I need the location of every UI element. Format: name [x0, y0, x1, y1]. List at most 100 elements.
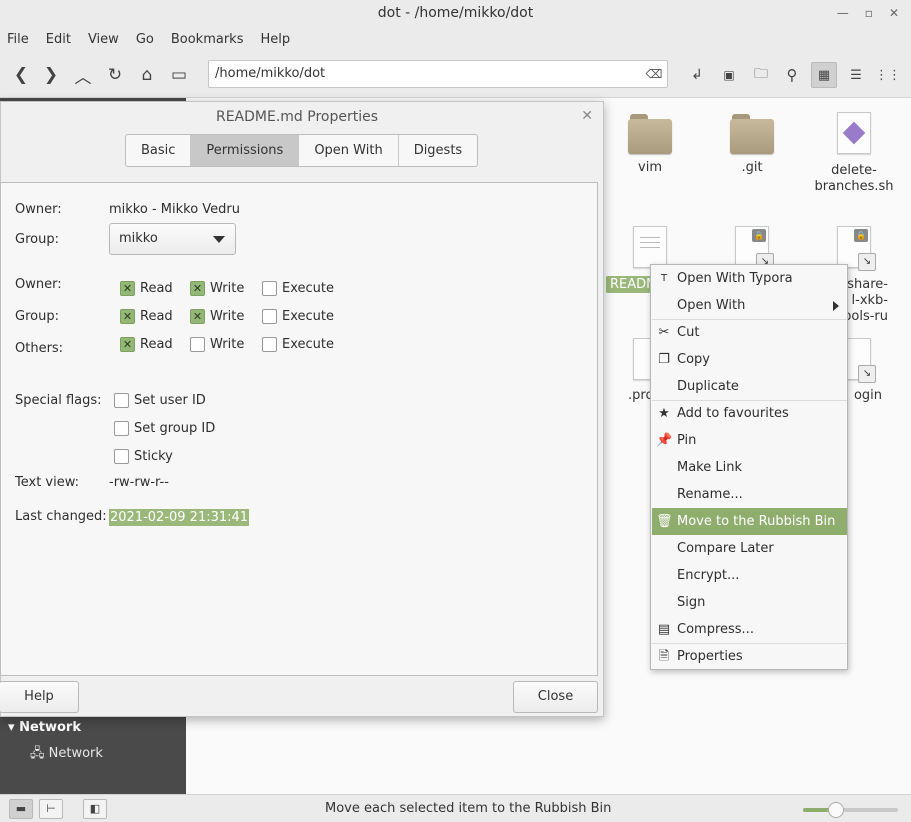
set-group-id-checkbox[interactable]: [114, 421, 129, 436]
reload-icon[interactable]: ↻: [102, 62, 128, 88]
menubar: File Edit View Go Bookmarks Help: [0, 26, 911, 52]
icon-view-icon[interactable]: ▦: [811, 62, 837, 88]
others-execute-checkbox[interactable]: [262, 337, 277, 352]
others-read-label: Read: [140, 337, 173, 352]
zoom-slider[interactable]: [803, 802, 898, 818]
owner-execute-checkbox[interactable]: [262, 281, 277, 296]
back-arrow-icon[interactable]: ❮: [8, 62, 34, 88]
tab-digests[interactable]: Digests: [399, 135, 478, 166]
go-to-icon[interactable]: ↲: [684, 62, 710, 88]
tab-permissions[interactable]: Permissions: [191, 135, 300, 166]
menu-item-duplicate[interactable]: Duplicate: [652, 373, 847, 400]
search-icon[interactable]: ⚲: [779, 62, 805, 88]
group-execute-checkbox[interactable]: [262, 309, 277, 324]
copy-icon: ❐: [658, 352, 670, 367]
dialog-close-icon[interactable]: ✕: [581, 108, 593, 124]
menu-view[interactable]: View: [88, 32, 119, 47]
expand-triangle-icon[interactable]: ▾: [8, 720, 15, 735]
menu-item-encrypt[interactable]: Encrypt...: [652, 562, 847, 589]
menu-item-cut[interactable]: ✂ Cut: [652, 319, 847, 346]
home-icon[interactable]: ⌂: [134, 62, 160, 88]
scissors-icon: ✂: [658, 325, 670, 340]
up-arrow-icon[interactable]: ︿: [70, 62, 96, 88]
properties-dialog: README.md Properties ✕ Basic Permissions…: [0, 101, 604, 717]
menu-bookmarks[interactable]: Bookmarks: [171, 32, 244, 47]
menu-item-open-with[interactable]: Open With: [652, 292, 847, 319]
menu-item-pin[interactable]: 📌 Pin: [652, 427, 847, 454]
menu-help[interactable]: Help: [260, 32, 290, 47]
compact-view-icon[interactable]: ⋮⋮: [875, 62, 901, 88]
menu-item-properties[interactable]: 🗎 Properties: [652, 643, 847, 670]
group-read-checkbox[interactable]: ✕: [120, 309, 135, 324]
places-pane-icon[interactable]: ▬: [9, 799, 33, 819]
group-read-label: Read: [140, 309, 173, 324]
group-write-checkbox[interactable]: ✕: [190, 309, 205, 324]
dialog-title: README.md Properties: [215, 109, 379, 125]
others-write-checkbox[interactable]: [190, 337, 205, 352]
set-user-id-label: Set user ID: [134, 393, 206, 408]
close-window-icon[interactable]: ✕: [889, 6, 899, 20]
menu-item-make-link[interactable]: Make Link: [652, 454, 847, 481]
list-view-icon[interactable]: ☰: [843, 62, 869, 88]
minimize-icon[interactable]: —: [837, 6, 849, 20]
zoom-slider-handle[interactable]: [828, 802, 845, 818]
clear-location-icon[interactable]: ⌫: [645, 66, 663, 82]
others-read-checkbox[interactable]: ✕: [120, 337, 135, 352]
file-item-locked-link[interactable]: 🔒 ↘: [704, 226, 800, 271]
text-view-value: -rw-rw-r--: [109, 475, 169, 490]
sidebar-item-network[interactable]: 🖧 Network: [30, 744, 103, 766]
menu-item-rename[interactable]: Rename...: [652, 481, 847, 508]
network-icon: 🖧: [30, 746, 45, 761]
toolbar: ❮ ❯ ︿ ↻ ⌂ ▭ /home/mikko/dot ⌫ ↲ ▣ 🗀 ⚲ ▦ …: [0, 52, 911, 98]
computer-icon[interactable]: ▭: [166, 62, 192, 88]
menu-item-move-to-rubbish-bin[interactable]: 🗑 Move to the Rubbish Bin: [652, 508, 847, 535]
menu-item-copy[interactable]: ❐ Copy: [652, 346, 847, 373]
file-item-delete-branches[interactable]: delete-branches.sh: [806, 112, 902, 195]
close-button[interactable]: Close: [513, 681, 598, 713]
forward-arrow-icon[interactable]: ❯: [38, 62, 64, 88]
menu-edit[interactable]: Edit: [46, 32, 71, 47]
special-flags-label: Special flags:: [15, 393, 102, 408]
owner-label: Owner:: [15, 202, 62, 217]
file-item-vim[interactable]: vim: [602, 114, 698, 176]
file-item-git[interactable]: .git: [704, 114, 800, 176]
owner-read-checkbox[interactable]: ✕: [120, 281, 135, 296]
dropdown-arrow-icon: [213, 236, 225, 243]
owner-write-checkbox[interactable]: ✕: [190, 281, 205, 296]
last-changed-label: Last changed:: [15, 509, 107, 524]
menu-item-compare-later[interactable]: Compare Later: [652, 535, 847, 562]
owner-write-label: Write: [210, 281, 245, 296]
menu-go[interactable]: Go: [136, 32, 154, 47]
status-message: Move each selected item to the Rubbish B…: [325, 801, 612, 816]
permissions-panel: [0, 182, 598, 676]
trash-icon: 🗑: [656, 514, 673, 529]
tab-open-with[interactable]: Open With: [299, 135, 399, 166]
group-execute-label: Execute: [282, 309, 334, 324]
others-execute-label: Execute: [282, 337, 334, 352]
tree-pane-icon[interactable]: ⊢: [39, 799, 63, 819]
script-file-icon: [837, 112, 871, 154]
group-select[interactable]: mikko: [109, 223, 236, 255]
last-changed-value[interactable]: 2021-02-09 21:31:41: [109, 509, 250, 526]
perm-owner-label: Owner:: [15, 277, 62, 292]
terminal-icon[interactable]: ▣: [716, 62, 742, 88]
menu-item-compress[interactable]: ▤ Compress...: [652, 616, 847, 643]
location-bar[interactable]: /home/mikko/dot ⌫: [208, 60, 668, 88]
others-write-label: Write: [210, 337, 245, 352]
menu-item-add-to-favourites[interactable]: ★ Add to favourites: [652, 400, 847, 427]
help-button[interactable]: Help: [0, 681, 79, 713]
set-user-id-checkbox[interactable]: [114, 393, 129, 408]
tab-basic[interactable]: Basic: [126, 135, 192, 166]
maximize-icon[interactable]: ▫: [865, 6, 873, 20]
owner-execute-label: Execute: [282, 281, 334, 296]
sticky-checkbox[interactable]: [114, 449, 129, 464]
menu-item-sign[interactable]: Sign: [652, 589, 847, 616]
menu-file[interactable]: File: [7, 32, 29, 47]
sidebar-network-header[interactable]: ▾ Network: [8, 720, 81, 735]
toggle-sidebar-icon[interactable]: ◧: [83, 799, 107, 819]
locked-link-file-icon: 🔒 ↘: [735, 226, 774, 271]
menu-item-open-with-typora[interactable]: T Open With Typora: [652, 265, 847, 292]
star-icon: ★: [658, 406, 670, 421]
new-folder-icon[interactable]: 🗀: [748, 62, 774, 88]
text-view-label: Text view:: [15, 475, 80, 490]
